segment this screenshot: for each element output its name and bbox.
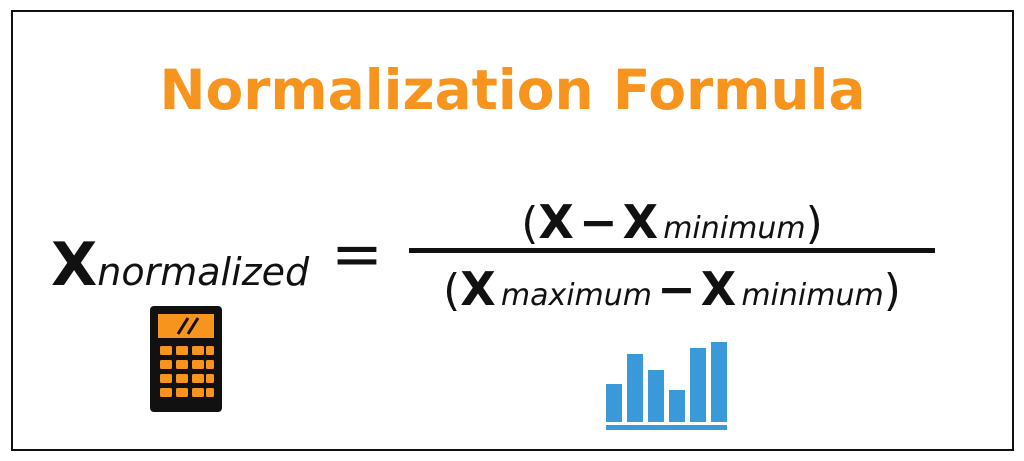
page-title: Normalization Formula bbox=[159, 58, 866, 122]
lhs-expression: Xnormalized bbox=[51, 230, 309, 300]
numerator-minus: − bbox=[578, 195, 618, 249]
lhs-variable: X bbox=[51, 230, 98, 300]
denominator-close-paren: ) bbox=[883, 265, 901, 316]
bar-chart-icon bbox=[606, 340, 730, 436]
denominator-open-paren: ( bbox=[443, 265, 461, 316]
equals-sign: = bbox=[331, 217, 383, 290]
numerator-close-paren: ) bbox=[805, 198, 823, 249]
numerator-x2: X bbox=[622, 195, 659, 249]
lhs-subscript: normalized bbox=[97, 250, 310, 294]
numerator-x1: X bbox=[538, 195, 574, 249]
fraction-bar bbox=[409, 248, 935, 253]
denominator-x1: X bbox=[460, 262, 496, 316]
numerator: (X − X minimum) bbox=[409, 195, 935, 249]
denominator: (X maximum − X minimum) bbox=[409, 262, 935, 316]
numerator-open-paren: ( bbox=[521, 198, 539, 249]
denominator-x2: X bbox=[700, 262, 737, 316]
denominator-x2-subscript: minimum bbox=[741, 278, 884, 313]
formula-card: Normalization Formula Xnormalized = (X −… bbox=[11, 10, 1014, 451]
calculator-icon bbox=[150, 306, 222, 416]
numerator-x2-subscript: minimum bbox=[663, 211, 806, 246]
denominator-minus: − bbox=[657, 262, 696, 316]
denominator-x1-subscript: maximum bbox=[500, 278, 653, 313]
